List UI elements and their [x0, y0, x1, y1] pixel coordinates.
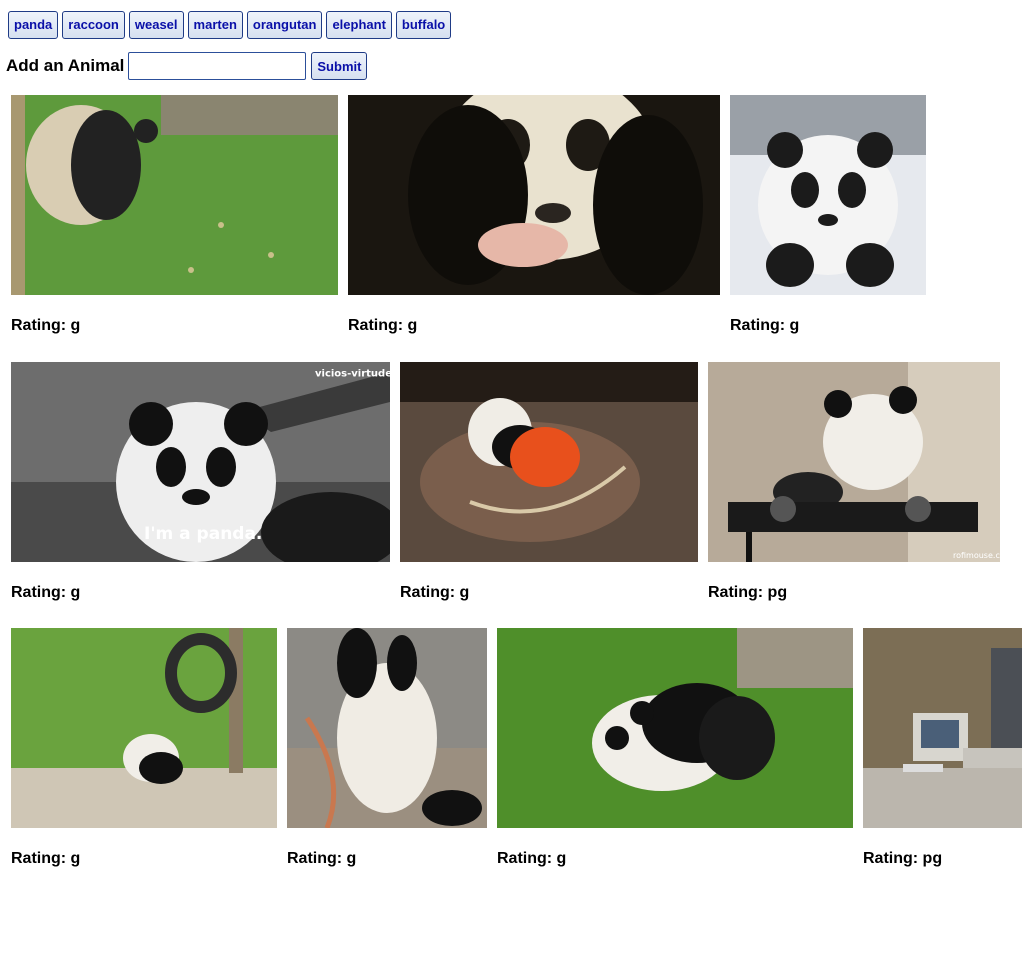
gif-card: Rating: g: [287, 628, 487, 867]
gif-image: [11, 628, 277, 828]
rating-label: Rating: g: [400, 584, 470, 601]
gif-image: [730, 95, 926, 295]
gif-image: vicios-virtudes I'm a panda.: [11, 362, 390, 562]
gif-card: Rating: g: [11, 628, 277, 867]
gif-card: Rating: g: [11, 95, 338, 334]
gif-image: [287, 628, 487, 828]
gif-card: rofimouse.com Rating: pg: [708, 362, 1000, 601]
rating-label: Rating: g: [11, 584, 81, 601]
rating-label: Rating: g: [11, 317, 81, 334]
gif-card: Rating: g: [497, 628, 853, 867]
gif-image: [400, 362, 698, 562]
rating-label: Rating: g: [497, 850, 567, 867]
gif-card: Rating: g: [730, 95, 926, 334]
gif-image: [348, 95, 720, 295]
watermark-text: rofimouse.com: [953, 551, 1000, 560]
rating-label: Rating: pg: [863, 850, 943, 867]
rating-label: Rating: g: [11, 850, 81, 867]
gif-card: vicios-virtudes I'm a panda. Rating: g: [11, 362, 390, 601]
gif-card: Rating: pg: [863, 628, 1022, 867]
animal-button-bar: panda raccoon weasel marten orangutan el…: [8, 11, 455, 39]
gif-image: [863, 628, 1022, 828]
gif-card: Rating: g: [348, 95, 720, 334]
animal-button-marten[interactable]: marten: [187, 11, 243, 39]
animal-button-elephant[interactable]: elephant: [326, 11, 392, 39]
animal-button-panda[interactable]: panda: [8, 11, 59, 39]
gif-card: Rating: g: [400, 362, 698, 601]
rating-label: Rating: g: [287, 850, 357, 867]
rating-label: Rating: pg: [708, 584, 788, 601]
gif-caption: I'm a panda.: [144, 524, 262, 544]
gif-image: [11, 95, 338, 295]
rating-label: Rating: g: [730, 317, 800, 334]
rating-label: Rating: g: [348, 317, 418, 334]
add-animal-form: Add an Animal Submit: [6, 51, 368, 81]
animal-input[interactable]: [128, 52, 307, 80]
animal-button-orangutan[interactable]: orangutan: [246, 11, 323, 39]
submit-button[interactable]: Submit: [311, 52, 368, 80]
gif-image: [497, 628, 853, 828]
animal-button-weasel[interactable]: weasel: [128, 11, 184, 39]
gif-image: rofimouse.com: [708, 362, 1000, 562]
animal-button-raccoon[interactable]: raccoon: [62, 11, 125, 39]
watermark-text: vicios-virtudes: [315, 368, 390, 379]
add-animal-label: Add an Animal: [6, 56, 125, 75]
animal-button-buffalo[interactable]: buffalo: [395, 11, 452, 39]
